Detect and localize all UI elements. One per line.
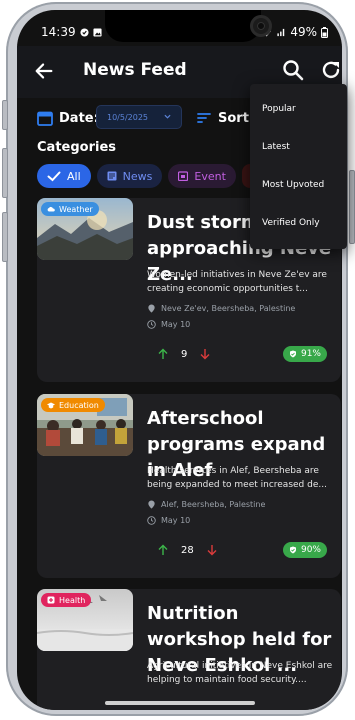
news-description: Health services in Alef, Beersheba are b…: [147, 466, 327, 490]
category-badge-label: Health: [59, 595, 86, 605]
medical-cross-icon: [47, 596, 55, 604]
calendar-icon: [37, 111, 53, 126]
signal-icon: [277, 28, 285, 36]
verified-badge: 91%: [282, 346, 327, 362]
location-text: Neve Ze'ev, Beersheba, Palestine: [161, 304, 296, 313]
location-text: Alef, Beersheba, Palestine: [161, 500, 266, 509]
front-camera: [250, 15, 272, 37]
downvote-arrow-icon[interactable]: [199, 348, 211, 360]
vote-controls: 28: [157, 544, 218, 556]
category-chip-event[interactable]: Event: [168, 164, 236, 188]
event-calendar-icon: [178, 171, 189, 181]
news-thumbnail: Weather: [37, 198, 133, 260]
upvote-arrow-icon[interactable]: [157, 544, 169, 556]
image-notification-icon: [93, 27, 102, 37]
category-badge-label: Education: [59, 400, 99, 410]
notch: [105, 10, 261, 42]
sort-label[interactable]: Sort:: [218, 111, 254, 126]
shield-check-icon: [289, 546, 296, 554]
downvote-arrow-icon[interactable]: [206, 544, 218, 556]
battery-icon: [321, 26, 328, 38]
search-icon[interactable]: [281, 58, 305, 82]
refresh-icon[interactable]: [319, 58, 342, 82]
news-card[interactable]: Education Afterschool programs expand in…: [37, 394, 341, 578]
category-chip-label: All: [67, 169, 81, 183]
news-description: Women-led initiatives in Neve Ze'ev are …: [147, 270, 327, 294]
upvote-count: 28: [181, 544, 194, 556]
date-picker[interactable]: 10/5/2025: [96, 105, 182, 129]
categories-heading: Categories: [37, 140, 117, 155]
news-description: Agricultural initiatives in Neve Eshkol …: [147, 661, 333, 685]
category-chip-label: Event: [194, 169, 226, 183]
vote-controls: 9: [157, 348, 211, 360]
chevron-down-icon: [164, 114, 171, 119]
volume-down-button: [2, 212, 8, 262]
category-badge: Education: [41, 398, 105, 412]
status-time: 14:39: [41, 25, 76, 39]
sort-option-verified-only[interactable]: Verified Only: [262, 218, 320, 228]
upvote-arrow-icon[interactable]: [157, 348, 169, 360]
category-badge: Health: [41, 593, 92, 607]
cloud-icon: [47, 206, 55, 212]
category-badge-label: Weather: [59, 204, 93, 214]
check-icon: [47, 171, 61, 181]
location-pin-icon: [148, 500, 155, 509]
category-chip-news[interactable]: News: [96, 164, 163, 188]
upvote-count: 9: [181, 348, 188, 360]
verified-percent: 90%: [300, 545, 321, 555]
category-chip-all[interactable]: All: [37, 164, 91, 188]
sort-icon[interactable]: [197, 112, 211, 124]
verified-percent: 91%: [300, 349, 321, 359]
news-thumbnail: Health: [37, 589, 133, 651]
category-chips: All News Event: [37, 164, 258, 188]
news-date: May 10: [147, 516, 190, 525]
home-indicator[interactable]: [105, 701, 255, 705]
news-location: Alef, Beersheba, Palestine: [147, 500, 265, 509]
battery-percent: 49%: [290, 25, 317, 39]
back-arrow-icon[interactable]: [33, 60, 55, 82]
sort-option-most-upvoted[interactable]: Most Upvoted: [262, 180, 324, 190]
date-text: May 10: [161, 516, 191, 525]
page-title: News Feed: [83, 60, 187, 80]
clock-icon: [147, 320, 156, 329]
verified-badge: 90%: [282, 542, 327, 558]
news-location: Neve Ze'ev, Beersheba, Palestine: [147, 304, 295, 313]
power-button: [349, 170, 355, 244]
location-pin-icon: [148, 304, 155, 313]
notification-icon: [80, 27, 89, 37]
clock-icon: [147, 516, 156, 525]
sort-option-popular[interactable]: Popular: [262, 104, 296, 114]
graduation-cap-icon: [47, 402, 55, 408]
sort-option-latest[interactable]: Latest: [262, 142, 290, 152]
category-badge: Weather: [41, 202, 99, 216]
news-date: May 10: [147, 320, 190, 329]
shield-check-icon: [289, 350, 296, 358]
date-label: Date:: [59, 111, 99, 126]
action-button: [2, 100, 8, 130]
date-value: 10/5/2025: [107, 112, 149, 122]
volume-up-button: [2, 148, 8, 198]
newspaper-icon: [107, 171, 117, 181]
news-thumbnail: Education: [37, 394, 133, 456]
news-card[interactable]: Health Nutrition workshop held for Neve …: [37, 589, 341, 710]
category-chip-label: News: [122, 169, 153, 183]
date-text: May 10: [161, 320, 191, 329]
sort-menu: Popular Latest Most Upvoted Verified Onl…: [250, 84, 347, 249]
